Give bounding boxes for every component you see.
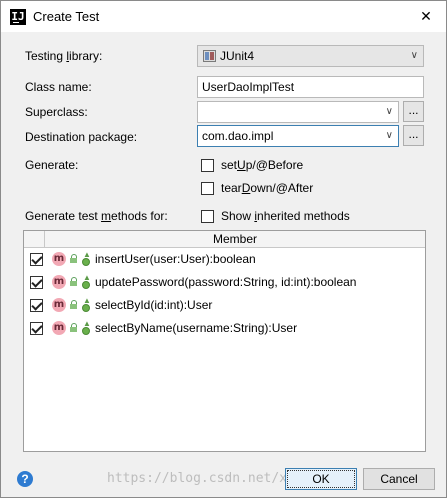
junit-icon bbox=[203, 50, 216, 62]
cancel-button[interactable]: Cancel bbox=[363, 468, 435, 490]
public-lock-icon bbox=[70, 300, 78, 309]
superclass-label: Superclass: bbox=[25, 105, 88, 119]
public-lock-icon bbox=[70, 323, 78, 332]
method-icon: m bbox=[52, 298, 66, 312]
teardown-checkbox[interactable] bbox=[201, 182, 214, 195]
dialog-title: Create Test bbox=[33, 9, 100, 24]
member-signature: insertUser(user:User):boolean bbox=[95, 252, 256, 266]
table-row[interactable]: m ▲ selectById(id:int):User bbox=[24, 294, 425, 317]
member-column-header[interactable]: Member bbox=[45, 232, 425, 246]
chevron-down-icon: ∨ bbox=[385, 106, 393, 117]
destination-package-browse-button[interactable]: ... bbox=[403, 125, 424, 146]
table-header: Member bbox=[24, 231, 425, 248]
generate-methods-label: Generate test methods for: bbox=[25, 209, 168, 223]
generate-label: Generate: bbox=[25, 158, 79, 172]
destination-package-label: Destination package: bbox=[25, 130, 138, 144]
create-test-dialog: IJ Create Test ✕ Testing library: JUnit4… bbox=[0, 0, 447, 498]
members-table: Member m ▲ insertUser(user:User):boolean… bbox=[23, 230, 426, 452]
table-row[interactable]: m ▲ updatePassword(password:String, id:i… bbox=[24, 271, 425, 294]
teardown-label: tearDown/@After bbox=[221, 181, 314, 195]
public-lock-icon bbox=[70, 277, 78, 286]
member-signature: updatePassword(password:String, id:int):… bbox=[95, 275, 357, 289]
member-signature: selectByName(username:String):User bbox=[95, 321, 298, 335]
superclass-select[interactable]: ∨ bbox=[197, 101, 399, 123]
chevron-down-icon: ∨ bbox=[385, 130, 393, 141]
implements-icon: ▲ bbox=[81, 251, 91, 267]
show-inherited-checkbox[interactable] bbox=[201, 210, 214, 223]
class-name-label: Class name: bbox=[25, 80, 92, 94]
member-signature: selectById(id:int):User bbox=[95, 298, 213, 312]
superclass-browse-button[interactable]: ... bbox=[403, 101, 424, 122]
help-icon[interactable]: ? bbox=[17, 471, 33, 487]
setup-checkbox[interactable] bbox=[201, 159, 214, 172]
table-row[interactable]: m ▲ selectByName(username:String):User bbox=[24, 317, 425, 340]
row-checkbox[interactable] bbox=[30, 253, 43, 266]
show-inherited-label: Show inherited methods bbox=[221, 209, 350, 223]
method-icon: m bbox=[52, 275, 66, 289]
close-icon[interactable]: ✕ bbox=[406, 1, 446, 32]
testing-library-label: Testing library: bbox=[25, 49, 103, 63]
testing-library-select[interactable]: JUnit4 ∨ bbox=[197, 45, 424, 67]
implements-icon: ▲ bbox=[81, 320, 91, 336]
setup-label: setUp/@Before bbox=[221, 158, 304, 172]
destination-package-select[interactable]: com.dao.impl ∨ bbox=[197, 125, 399, 147]
row-checkbox[interactable] bbox=[30, 322, 43, 335]
class-name-input[interactable]: UserDaoImplTest bbox=[197, 76, 424, 98]
method-icon: m bbox=[52, 252, 66, 266]
method-icon: m bbox=[52, 321, 66, 335]
row-checkbox[interactable] bbox=[30, 276, 43, 289]
row-checkbox[interactable] bbox=[30, 299, 43, 312]
public-lock-icon bbox=[70, 254, 78, 263]
intellij-icon: IJ bbox=[10, 9, 26, 25]
implements-icon: ▲ bbox=[81, 274, 91, 290]
ok-button[interactable]: OK bbox=[285, 468, 357, 490]
chevron-down-icon: ∨ bbox=[410, 50, 418, 61]
table-row[interactable]: m ▲ insertUser(user:User):boolean bbox=[24, 248, 425, 271]
title-bar: IJ Create Test ✕ bbox=[1, 1, 446, 32]
implements-icon: ▲ bbox=[81, 297, 91, 313]
